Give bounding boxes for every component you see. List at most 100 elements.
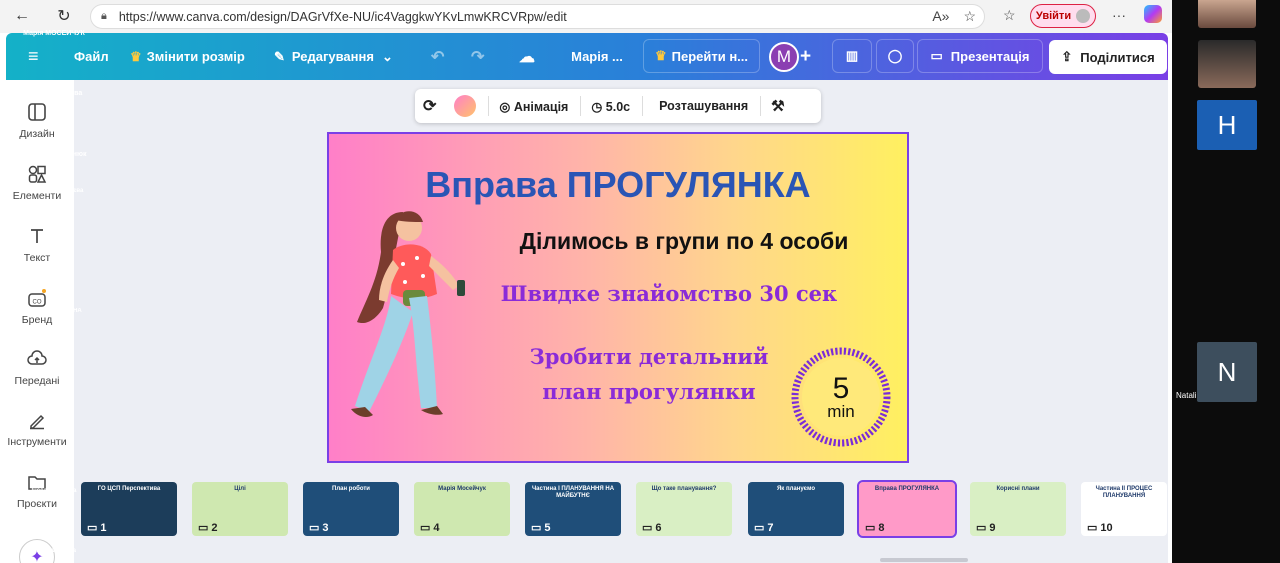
more-icon[interactable]: ··· xyxy=(1112,7,1126,23)
thumbnail-number: ▭ 6 xyxy=(642,521,662,535)
redo-icon[interactable]: ↷ xyxy=(471,33,484,80)
thumbnail-title: Частина I ПЛАНУВАННЯ НА МАЙБУТНЄ xyxy=(531,486,615,500)
login-button[interactable]: Увійти xyxy=(1030,4,1096,28)
thumbnail-number-label: 9 xyxy=(989,521,996,534)
color-swatch[interactable] xyxy=(454,95,477,117)
edit-label: Редагування xyxy=(291,49,374,64)
thumbnail-title: Марія Мосейчук xyxy=(438,486,486,492)
thumbnail-number: ▭ 8 xyxy=(865,521,885,535)
thumbnail-number: ▭ 1 xyxy=(87,521,107,535)
add-collaborator-icon[interactable]: + xyxy=(800,33,811,80)
slide-thumbnail[interactable]: Вправа ПРОГУЛЯНКА ▭ 8 xyxy=(857,480,957,538)
slide-icon: ▭ xyxy=(642,522,653,534)
present-label: Презентація xyxy=(950,48,1030,64)
brand-icon: CO xyxy=(28,289,46,307)
thumbnail-title: Що таке планування? xyxy=(651,486,717,492)
goto-pro-button[interactable]: ♛ Перейти н... xyxy=(643,39,760,73)
thumbnail-title: Як плануємо xyxy=(776,486,816,492)
tools-icon xyxy=(30,414,45,430)
read-aloud-icon[interactable]: A» xyxy=(932,8,949,25)
sidebar-item-brand[interactable]: CO Бренд xyxy=(0,288,74,326)
duration-button[interactable]: ◷ 5.0с xyxy=(591,99,630,114)
slide-thumbnail[interactable]: Корисні плани ▭ 9 xyxy=(970,482,1066,536)
sidebar-label: Бренд xyxy=(21,314,53,326)
participant-avatar: Н xyxy=(1197,100,1257,150)
thumbnail-title: Корисні плани xyxy=(996,486,1040,492)
cloud-save-icon[interactable]: ☁︎ xyxy=(519,33,535,80)
replace-icon[interactable]: ⟳ xyxy=(423,96,436,116)
resize-label: Змінити розмір xyxy=(146,49,245,64)
address-bar[interactable]: 🔒︎ https://www.canva.com/design/DAGrVfXe… xyxy=(90,4,985,29)
thumbnail-number: ▭ 3 xyxy=(309,521,329,535)
slide-thumbnail[interactable]: Як плануємо ▭ 7 xyxy=(748,482,844,536)
participant-video xyxy=(1198,0,1256,28)
slide-thumbnail[interactable]: Марія Мосейчук ▭ 4 xyxy=(414,482,510,536)
animation-label: Анімація xyxy=(513,99,569,114)
slide-title: Вправа ПРОГУЛЯНКА xyxy=(425,164,811,205)
element-toolbar: ⟳ ◎ Анімація ◷ 5.0с Розташування ⚒ xyxy=(415,89,821,123)
edit-menu[interactable]: ✎ Редагування ⌄ xyxy=(274,33,393,80)
comment-icon[interactable]: ◯ xyxy=(876,39,914,73)
sidebar-item-text[interactable]: Текст xyxy=(0,226,74,264)
participant-name: Алла xyxy=(46,428,62,434)
slide-thumbnail[interactable]: Цілі ▭ 2 xyxy=(192,482,288,536)
slide-line-groups: Ділимось в групи по 4 особи xyxy=(519,228,849,254)
sidebar-item-elements[interactable]: Елементи xyxy=(0,164,74,202)
thumbnail-number-label: 6 xyxy=(655,521,662,534)
sidebar-item-design[interactable]: Дизайн xyxy=(0,102,74,140)
profile-icon xyxy=(1076,9,1091,23)
duration-label: 5.0с xyxy=(605,99,631,114)
undo-icon[interactable]: ↶ xyxy=(431,33,444,80)
sidebar-item-uploads[interactable]: Передані xyxy=(0,349,74,387)
copilot-icon[interactable] xyxy=(1144,5,1162,23)
file-menu[interactable]: Файл xyxy=(74,33,109,80)
canva-toolbar: ≡ Файл ♛ Змінити розмір ✎ Редагування ⌄ ↶ ↷… xyxy=(6,33,1168,80)
menu-icon[interactable]: ≡ xyxy=(28,33,39,80)
timer-unit: min xyxy=(827,402,855,421)
design-owner[interactable]: Марія ... xyxy=(556,39,638,73)
browser-bar: ← ↻ 🔒︎ https://www.canva.com/design/DAGr… xyxy=(0,0,1172,33)
sidebar-label: Передані xyxy=(14,375,60,387)
animation-button[interactable]: ◎ Анімація xyxy=(499,99,568,114)
slide-line-plan-b: план прогулянки xyxy=(542,379,756,404)
participant-name: Olena Ivankova xyxy=(31,548,77,554)
slide-line-plan-a: Зробити детальний xyxy=(529,344,769,369)
slide-icon: ▭ xyxy=(531,522,542,534)
present-button[interactable]: ▭ Презентація xyxy=(917,39,1043,73)
participant-name: Natali xyxy=(1176,391,1197,400)
sidebar-label: Інструменти xyxy=(7,436,67,448)
animation-icon: ◎ xyxy=(499,99,511,114)
thumbnail-scrollbar[interactable] xyxy=(880,558,968,562)
lock-icon: 🔒︎ xyxy=(101,10,107,22)
favorite-star-icon[interactable]: ☆ xyxy=(963,8,976,25)
thumbnail-number-label: 5 xyxy=(544,521,551,534)
slide-canvas[interactable]: Вправа ПРОГУЛЯНКА Ділимось в групи по 4 … xyxy=(327,132,909,463)
slide-icon: ▭ xyxy=(198,522,209,534)
thumbnail-number-label: 8 xyxy=(878,521,885,534)
share-button[interactable]: ⇪ Поділитися xyxy=(1049,40,1167,74)
slide-icon: ▭ xyxy=(865,522,876,534)
slide-thumbnail[interactable]: Що таке планування? ▭ 6 xyxy=(636,482,732,536)
thumbnail-number: ▭ 4 xyxy=(420,521,440,535)
resize-button[interactable]: ♛ Змінити розмір xyxy=(130,33,245,80)
insights-icon[interactable]: ▥ xyxy=(832,39,872,73)
slide-icon: ▭ xyxy=(309,522,320,534)
sidebar-label: Проєкти xyxy=(17,498,57,510)
paint-roller-icon[interactable]: ⚒ xyxy=(771,97,784,115)
thumbnail-number: ▭ 9 xyxy=(976,521,996,535)
thumbnail-title: План роботи xyxy=(332,486,370,492)
slide-thumbnail[interactable]: Частина II ПРОЦЕС ПЛАНУВАННЯ ▭ 10 xyxy=(1081,482,1167,536)
position-button[interactable]: Розташування xyxy=(659,99,748,113)
slide-thumbnail[interactable]: План роботи ▭ 3 xyxy=(303,482,399,536)
participant-name: Наталья Гайванюк xyxy=(21,151,87,158)
user-avatar[interactable]: M xyxy=(769,42,799,72)
slide-thumbnail[interactable]: Частина I ПЛАНУВАННЯ НА МАЙБУТНЄ ▭ 5 xyxy=(525,482,621,536)
favorites-icon[interactable]: ☆ xyxy=(1003,7,1016,24)
back-icon[interactable]: ← xyxy=(8,2,36,30)
crown-icon: ♛ xyxy=(654,48,667,63)
slide-icon: ▭ xyxy=(87,522,98,534)
timer-value: 5 xyxy=(832,372,850,405)
thumbnail-number-label: 10 xyxy=(1100,521,1113,534)
thumbnail-title: Вправа ПРОГУЛЯНКА xyxy=(874,486,940,492)
reload-icon[interactable]: ↻ xyxy=(50,2,78,30)
